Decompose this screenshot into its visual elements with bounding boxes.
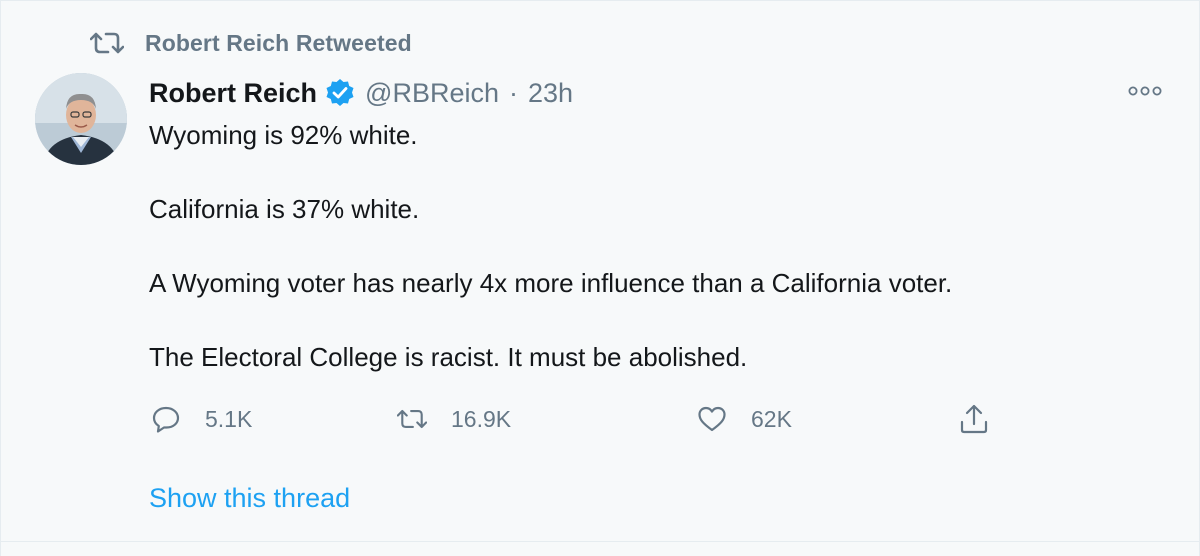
divider [1,541,1200,542]
verified-badge-icon [325,78,355,108]
tweet-timestamp[interactable]: 23h [528,78,573,109]
reply-count: 5.1K [205,405,253,432]
tweet-line: California is 37% white. [149,194,420,224]
retweet-icon [89,30,125,56]
tweet-text: Wyoming is 92% white. California is 37% … [149,117,1149,413]
tweet-line: A Wyoming voter has nearly 4x more influ… [149,268,953,298]
tweet-line: The Electoral College is racist. It must… [149,342,748,372]
like-count: 62K [751,405,792,432]
author-name[interactable]: Robert Reich [149,78,317,109]
retweet-label[interactable]: Robert Reich Retweeted [145,30,412,57]
tweet-actions: 5.1K 16.9K 62K [149,399,1009,439]
separator-dot: · [508,77,518,108]
like-button[interactable]: 62K [697,399,792,439]
tweet-line: Wyoming is 92% white. [149,120,418,150]
author-handle[interactable]: @RBReich [365,78,499,109]
avatar[interactable] [35,73,127,165]
tweet-card[interactable]: Robert Reich Retweeted Robert Reich @RBR… [0,0,1200,556]
retweet-context[interactable]: Robert Reich Retweeted [89,27,412,59]
reply-button[interactable]: 5.1K [151,399,252,439]
reply-icon [151,404,181,434]
retweet-icon [397,404,427,434]
share-icon [959,404,989,434]
share-button[interactable] [959,399,1013,439]
heart-icon [697,404,727,434]
retweet-count: 16.9K [451,405,512,432]
show-thread-link[interactable]: Show this thread [149,483,350,514]
more-options-icon[interactable] [1125,77,1165,105]
tweet-header: Robert Reich @RBReich · 23h [149,73,573,113]
retweet-button[interactable]: 16.9K [397,399,511,439]
